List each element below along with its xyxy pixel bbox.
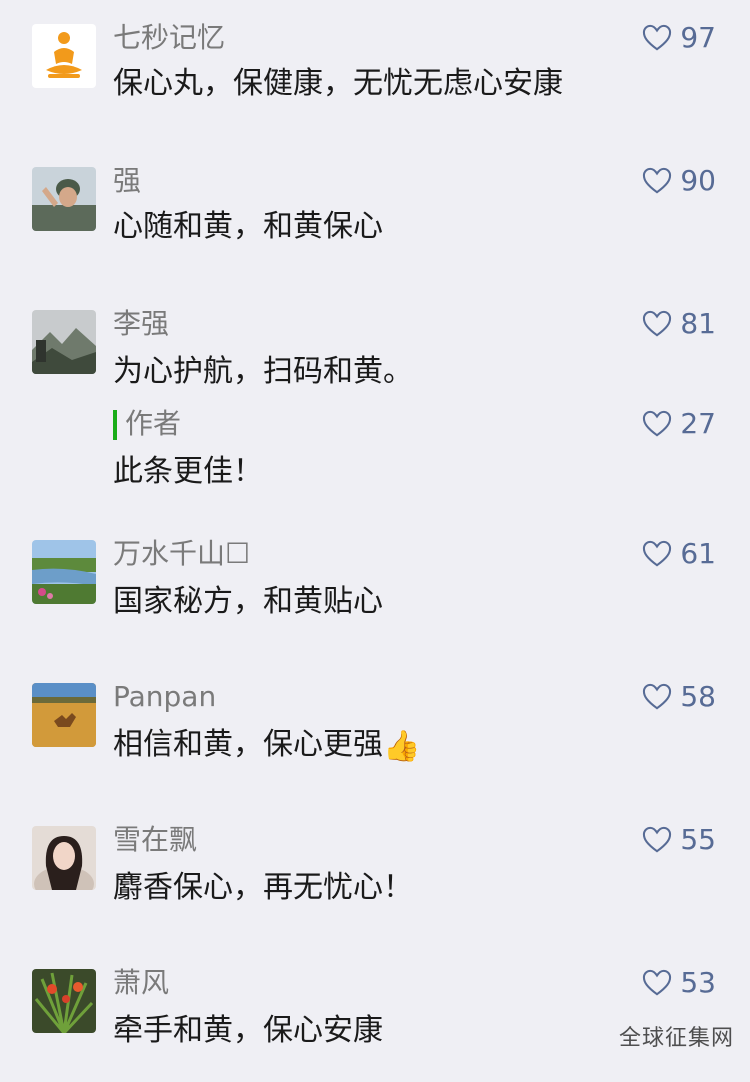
like-count: 90 bbox=[680, 164, 716, 197]
like-button[interactable]: 27 bbox=[642, 406, 716, 442]
like-count: 53 bbox=[680, 966, 716, 999]
comment-text: 麝香保心，再无忧心！ bbox=[113, 870, 413, 905]
like-button[interactable]: 61 bbox=[642, 536, 716, 572]
avatar[interactable] bbox=[32, 826, 96, 890]
nickname[interactable]: Panpan bbox=[113, 679, 216, 715]
nickname[interactable]: 强 bbox=[113, 163, 141, 199]
like-count: 97 bbox=[680, 21, 716, 54]
comment-text: 牵手和黄，保心安康 bbox=[113, 1013, 383, 1048]
comment-text: 心随和黄，和黄保心 bbox=[113, 209, 383, 244]
avatar[interactable] bbox=[32, 24, 96, 88]
watermark: 全球征集网 bbox=[618, 1026, 734, 1051]
like-button[interactable]: 55 bbox=[642, 822, 716, 858]
heart-icon bbox=[643, 310, 672, 337]
author-reply-text: 此条更佳！ bbox=[113, 454, 263, 489]
comment-text: 为心护航，扫码和黄。 bbox=[113, 354, 413, 389]
avatar[interactable] bbox=[32, 969, 96, 1033]
nickname[interactable]: 七秒记忆 bbox=[113, 20, 225, 56]
nickname[interactable]: 萧风 bbox=[113, 965, 169, 1001]
heart-icon bbox=[643, 167, 672, 194]
nickname[interactable]: 雪在飘 bbox=[113, 822, 197, 858]
avatar[interactable] bbox=[32, 167, 96, 231]
avatar[interactable] bbox=[32, 540, 96, 604]
like-count: 61 bbox=[680, 537, 716, 570]
heart-icon bbox=[643, 683, 672, 710]
like-count: 81 bbox=[680, 307, 716, 340]
heart-icon bbox=[643, 24, 672, 51]
heart-icon bbox=[643, 540, 672, 567]
like-button[interactable]: 97 bbox=[642, 20, 716, 56]
like-button[interactable]: 58 bbox=[642, 679, 716, 715]
like-button[interactable]: 53 bbox=[642, 965, 716, 1001]
heart-icon bbox=[643, 826, 672, 853]
heart-icon bbox=[643, 410, 672, 437]
nickname[interactable]: 万水千山☐ bbox=[113, 536, 250, 572]
nickname[interactable]: 李强 bbox=[113, 306, 169, 342]
author-indicator bbox=[113, 410, 117, 440]
comment-text-body: 相信和黄，保心更强 bbox=[113, 727, 383, 762]
avatar[interactable] bbox=[32, 683, 96, 747]
author-label: 作者 bbox=[125, 407, 182, 440]
comment-text: 相信和黄，保心更强👍 bbox=[113, 725, 420, 767]
like-count: 58 bbox=[680, 680, 716, 713]
heart-icon bbox=[643, 969, 672, 996]
comment-text: 保心丸，保健康，无忧无虑心安康 bbox=[113, 66, 563, 101]
like-button[interactable]: 90 bbox=[642, 163, 716, 199]
like-button[interactable]: 81 bbox=[642, 306, 716, 342]
avatar[interactable] bbox=[32, 310, 96, 374]
like-count: 27 bbox=[680, 407, 716, 440]
comment-text: 国家秘方，和黄贴心 bbox=[113, 584, 383, 619]
thumbs-up-icon: 👍 bbox=[383, 729, 421, 764]
like-count: 55 bbox=[680, 823, 716, 856]
